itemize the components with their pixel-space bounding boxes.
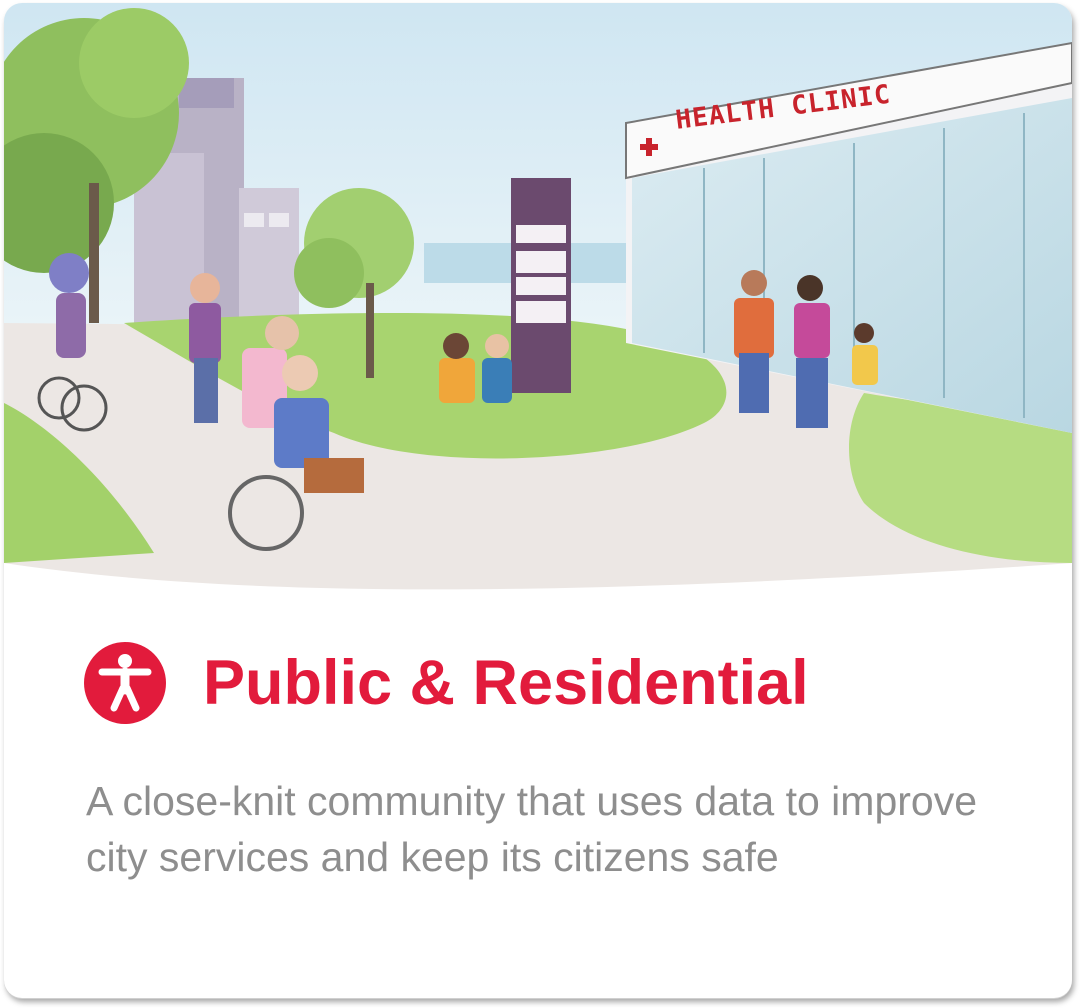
- card-description: A close-knit community that uses data to…: [86, 778, 978, 880]
- street-scene-image: [4, 3, 1072, 623]
- card-title: Public & Residential: [203, 647, 809, 718]
- illustration-public-residential: HEALTH CLINIC: [4, 3, 1072, 623]
- card-header: Public & Residential: [84, 639, 809, 727]
- accessibility-icon: [84, 642, 166, 724]
- category-card[interactable]: HEALTH CLINIC Public & Residential A clo…: [4, 3, 1072, 998]
